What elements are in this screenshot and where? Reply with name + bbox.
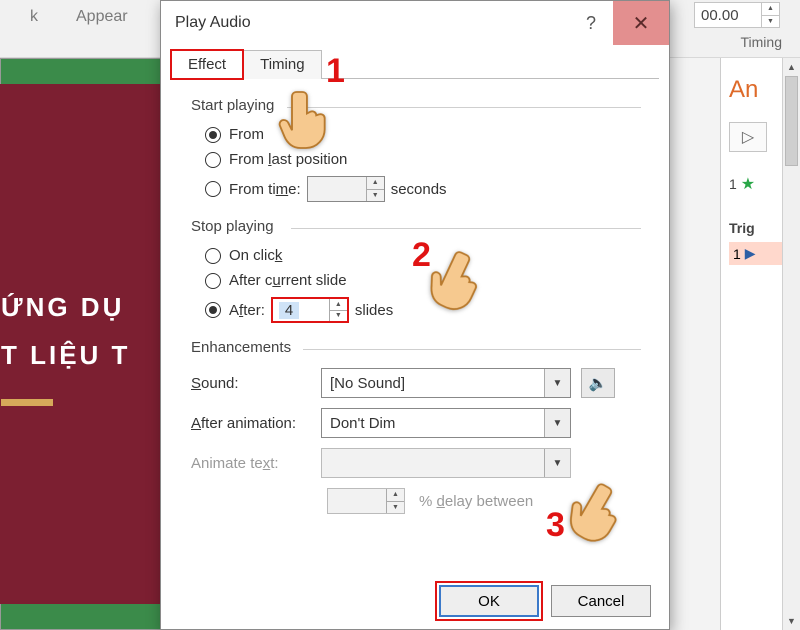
sound-label: Sound:	[191, 375, 321, 392]
tab-strip: Effect Timing	[161, 49, 669, 78]
timing-group-label: Timing	[741, 34, 783, 50]
after-slides-input[interactable]: 4 ▲▼	[271, 297, 349, 323]
annotation-number-2: 2	[412, 236, 431, 275]
vertical-scrollbar[interactable]: ▲ ▼	[782, 58, 800, 630]
spinner-up-icon[interactable]: ▲	[367, 177, 384, 190]
scroll-up-icon[interactable]: ▲	[783, 58, 800, 76]
help-button[interactable]: ?	[569, 1, 613, 45]
slide-accent-bar	[1, 399, 53, 406]
after-animation-combo[interactable]: Don't Dim ▼	[321, 408, 571, 438]
spinner-down-icon[interactable]: ▼	[761, 16, 779, 28]
cancel-button[interactable]: Cancel	[551, 585, 651, 617]
scroll-down-icon[interactable]: ▼	[783, 612, 800, 630]
stop-playing-legend: Stop playing	[191, 218, 274, 235]
animate-text-label: Animate text:	[191, 455, 321, 472]
delay-between-label: % delay between	[419, 493, 533, 510]
chevron-down-icon[interactable]: ▼	[544, 409, 570, 437]
spinner-up-icon: ▲	[387, 489, 404, 502]
close-button[interactable]: ✕	[613, 1, 669, 45]
after-animation-label: After animation:	[191, 415, 321, 432]
star-icon: ★	[741, 174, 755, 194]
radio-icon	[205, 248, 221, 264]
animate-text-combo: ▼	[321, 448, 571, 478]
scroll-thumb[interactable]	[785, 76, 798, 166]
sound-combo[interactable]: [No Sound] ▼	[321, 368, 571, 398]
close-icon: ✕	[633, 11, 650, 36]
highlight-box	[170, 49, 244, 80]
from-time-input[interactable]: ▲▼	[307, 176, 385, 202]
ribbon-text-appear: Appear	[76, 8, 128, 49]
spinner-up-icon[interactable]: ▲	[761, 3, 779, 16]
chevron-down-icon[interactable]: ▼	[544, 369, 570, 397]
play-icon: ▷	[742, 127, 754, 147]
start-playing-legend: Start playing	[191, 97, 274, 114]
radio-icon	[205, 273, 221, 289]
duration-spinner[interactable]: 00.00 ▲ ▼	[694, 2, 780, 28]
delay-percent-input: ▲▼	[327, 488, 405, 514]
speaker-icon: 🔈	[589, 374, 608, 392]
dialog-title: Play Audio	[175, 14, 251, 32]
chevron-down-icon: ▼	[544, 449, 570, 477]
enhancements-legend: Enhancements	[191, 339, 291, 356]
radio-icon	[205, 302, 221, 318]
spinner-down-icon[interactable]: ▼	[330, 311, 347, 322]
radio-icon	[205, 152, 221, 168]
radio-icon	[205, 127, 221, 143]
spinner-down-icon: ▼	[387, 502, 404, 514]
radio-from-last-position[interactable]: From last position	[205, 151, 651, 168]
spinner-up-icon[interactable]: ▲	[330, 299, 347, 311]
tab-timing[interactable]: Timing	[243, 50, 321, 79]
play-blue-icon: ▶	[745, 245, 756, 262]
ok-button[interactable]: OK	[439, 585, 539, 617]
radio-from-beginning[interactable]: From	[205, 126, 651, 143]
sound-preview-button[interactable]: 🔈	[581, 368, 615, 398]
radio-icon	[205, 181, 221, 197]
spinner-down-icon[interactable]: ▼	[367, 190, 384, 202]
ribbon-text-k: k	[30, 8, 38, 49]
radio-from-time[interactable]: From time: ▲▼ seconds	[205, 176, 651, 202]
tab-effect[interactable]: Effect	[171, 50, 243, 79]
pointer-hand-icon	[278, 86, 334, 154]
dialog-titlebar: Play Audio ? ✕	[161, 1, 669, 45]
play-from-button[interactable]: ▷	[729, 122, 767, 152]
